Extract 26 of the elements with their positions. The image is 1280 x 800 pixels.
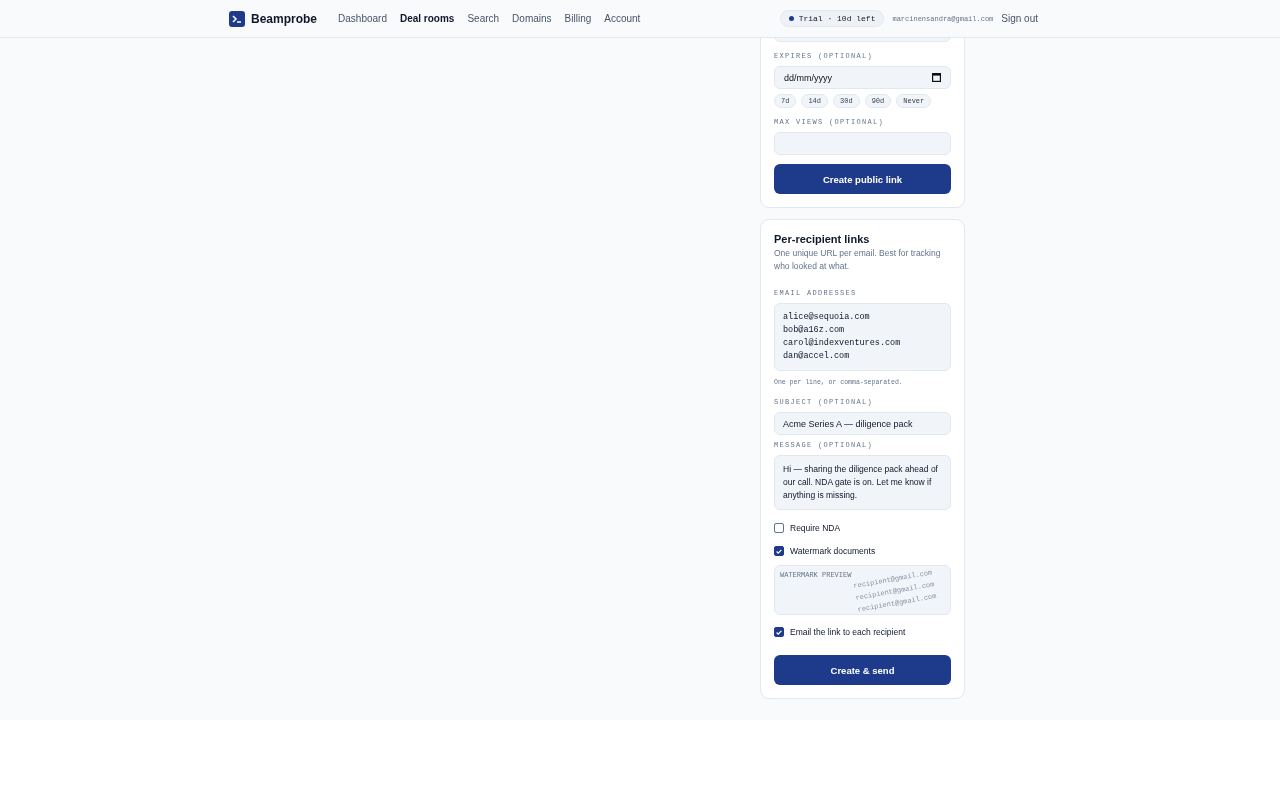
card-description: One unique URL per email. Best for tracking who looked at what. xyxy=(774,247,942,273)
card-title: Per-recipient links xyxy=(774,233,871,245)
nav-link[interactable]: Account xyxy=(604,13,641,24)
date-field[interactable]: dd/mm/yyyy xyxy=(774,66,951,89)
terminal-prompt-icon xyxy=(229,10,245,27)
checkbox-label: Watermark documents xyxy=(790,546,876,556)
checkbox-label: Email the link to each recipient xyxy=(790,627,906,637)
create-and-send-button[interactable]: Create & send xyxy=(774,655,951,685)
nav-link[interactable]: Search xyxy=(467,13,500,24)
nav-link[interactable]: Deal rooms xyxy=(399,13,455,24)
subject-field[interactable]: Acme Series A — diligence pack xyxy=(774,412,951,435)
calendar-icon xyxy=(932,73,941,82)
checkbox-label: Require NDA xyxy=(790,523,841,533)
checkbox[interactable] xyxy=(774,546,784,556)
message-textarea[interactable]: Hi — sharing the diligence pack ahead of our call. NDA gate is on. Let me know if anything is missing. xyxy=(774,455,951,510)
trial-badge: Trial · 10d left xyxy=(779,10,885,27)
sign-out-link[interactable]: Sign out xyxy=(1001,13,1038,24)
checkbox[interactable] xyxy=(774,523,784,533)
nav-link[interactable]: Billing xyxy=(564,13,592,24)
nav-link[interactable]: Dashboard xyxy=(338,13,387,24)
brand-name: Beamprobe xyxy=(251,11,318,26)
create-public-link-button[interactable]: Create public link xyxy=(774,164,951,194)
checkbox[interactable] xyxy=(774,627,784,637)
nav-link[interactable]: Domains xyxy=(512,13,552,24)
email-textarea[interactable]: alice@sequoia.com bob@a16z.com carol@indexventures.com dan@accel.com xyxy=(774,303,951,371)
input-field[interactable] xyxy=(774,132,951,155)
